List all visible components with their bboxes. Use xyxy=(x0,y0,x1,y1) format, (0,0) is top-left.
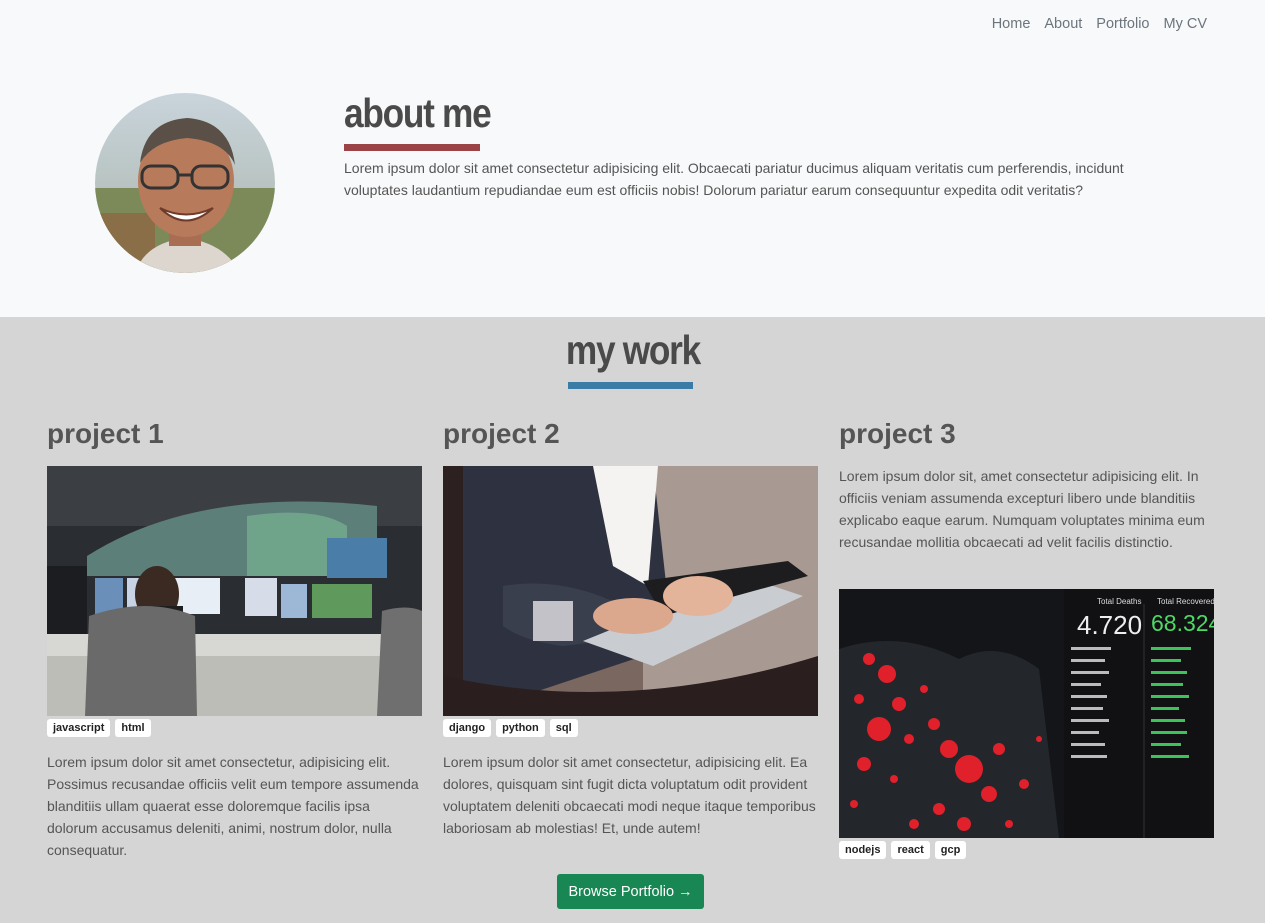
about-title: about me xyxy=(344,90,492,136)
nav-home-link[interactable]: Home xyxy=(992,15,1031,33)
project-1-image[interactable] xyxy=(47,466,422,716)
top-nav: Home About Portfolio My CV xyxy=(992,15,1207,33)
tag[interactable]: django xyxy=(443,719,492,737)
project-2-image[interactable] xyxy=(443,466,818,716)
avatar xyxy=(95,93,275,273)
work-title-underline xyxy=(568,382,693,389)
tag[interactable]: html xyxy=(115,719,151,737)
project-1-tags: javascript html xyxy=(47,719,151,737)
about-section: Home About Portfolio My CV about me Lore… xyxy=(0,0,1265,317)
browse-portfolio-button[interactable]: Browse Portfolio → xyxy=(557,874,704,909)
project-1-text: Lorem ipsum dolor sit amet consectetur, … xyxy=(47,754,419,858)
deaths-label: Total Deaths xyxy=(1097,597,1141,606)
project-2-tags: django python sql xyxy=(443,719,578,737)
browse-portfolio-label: Browse Portfolio xyxy=(568,883,675,900)
about-text: Lorem ipsum dolor sit amet consectetur a… xyxy=(344,160,1124,198)
deaths-value: 4.720 xyxy=(1077,610,1142,640)
nav-portfolio-link[interactable]: Portfolio xyxy=(1096,15,1149,33)
nav-about-link[interactable]: About xyxy=(1044,15,1082,33)
project-1-title: project 1 xyxy=(47,418,164,449)
tag[interactable]: gcp xyxy=(934,841,967,859)
about-title-underline xyxy=(344,144,480,151)
project-3-image[interactable]: Total Deaths 4.720 Total Recovered 68.32… xyxy=(839,589,1214,838)
tag[interactable]: python xyxy=(496,719,545,737)
arrow-right-icon: → xyxy=(678,883,693,900)
project-3-title: project 3 xyxy=(839,418,956,449)
tag[interactable]: javascript xyxy=(47,719,111,737)
tag[interactable]: sql xyxy=(549,719,578,737)
project-2-text: Lorem ipsum dolor sit amet consectetur, … xyxy=(443,754,816,836)
nav-cv-link[interactable]: My CV xyxy=(1164,15,1208,33)
work-title: my work xyxy=(565,327,700,373)
project-3-tags: nodejs react gcp xyxy=(839,841,967,859)
project-2-title: project 2 xyxy=(443,418,560,449)
recovered-value: 68.324 xyxy=(1151,610,1214,636)
tag[interactable]: nodejs xyxy=(839,841,887,859)
tag[interactable]: react xyxy=(891,841,930,859)
project-3-text: Lorem ipsum dolor sit, amet consectetur … xyxy=(839,468,1205,550)
recovered-label: Total Recovered xyxy=(1157,597,1214,606)
